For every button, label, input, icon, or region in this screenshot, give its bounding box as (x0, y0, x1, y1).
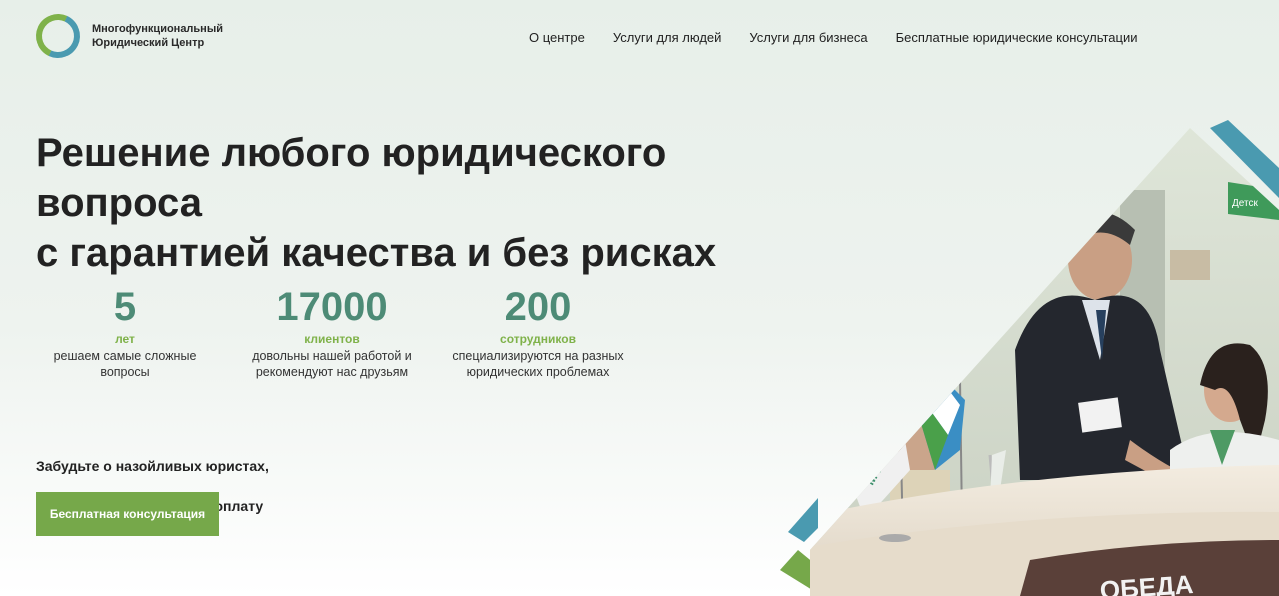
stat-employees: 200 сотрудников специализируются на разн… (443, 284, 633, 380)
stat-unit: лет (115, 332, 135, 346)
logo-ring-icon (29, 7, 87, 65)
stat-clients: 17000 клиентов довольны нашей работой и … (237, 284, 427, 380)
stat-desc-line-1: специализируются на разных (452, 349, 624, 363)
room-sign-text: Детск (1232, 198, 1258, 209)
nav-item-about[interactable]: О центре (529, 30, 585, 45)
hero-photo: Детск МФЮЦ ОБЕДА (770, 120, 1279, 596)
stat-unit: клиентов (304, 332, 360, 346)
nav-item-business-services[interactable]: Услуги для бизнеса (749, 30, 867, 45)
hero-photo-illustration: Детск МФЮЦ ОБЕДА (780, 120, 1279, 596)
blue-stripe-left (788, 498, 818, 542)
stat-value: 17000 (276, 285, 388, 329)
hero-title-line-2: с гарантией качества и без рисках (36, 231, 717, 275)
free-consultation-button[interactable]: Бесплатная консультация (36, 492, 219, 536)
stat-years: 5 лет решаем самые сложные вопросы (30, 284, 220, 380)
logo-line-1: Многофункциональный (92, 23, 223, 35)
stat-desc-line-1: довольны нашей работой и (252, 349, 412, 363)
stat-desc: решаем самые сложные вопросы (30, 348, 220, 380)
stat-desc: специализируются на разных юридических п… (443, 348, 633, 380)
stats-block: 5 лет решаем самые сложные вопросы 17000… (36, 284, 656, 394)
nav-item-people-services[interactable]: Услуги для людей (613, 30, 722, 45)
stat-desc-line-2: рекомендуют нас друзьям (255, 365, 409, 379)
logo[interactable]: Многофункциональный Юридический Центр (29, 7, 223, 65)
hero-title: Решение любого юридического вопроса с га… (36, 128, 836, 278)
stat-desc-line-2: юридических проблемах (466, 365, 610, 379)
stat-desc: довольны нашей работой и рекомендуют нас… (237, 348, 427, 380)
landing-page: Многофункциональный Юридический Центр О … (0, 0, 1279, 596)
stat-value: 200 (504, 285, 572, 329)
hero-title-line-1: Решение любого юридического вопроса (36, 131, 667, 225)
stat-desc-line-1: решаем самые сложные (53, 349, 197, 363)
main-nav: О центре Услуги для людей Услуги для биз… (529, 30, 1137, 45)
nav-item-free-consultations[interactable]: Бесплатные юридические консультации (896, 30, 1138, 45)
logo-line-2: Юридический Центр (92, 37, 205, 49)
tagline-line-1: Забудьте о назойливых юристах, (36, 458, 269, 474)
logo-text: Многофункциональный Юридический Центр (92, 22, 223, 50)
stat-value: 5 (113, 285, 137, 329)
stat-desc-line-2: вопросы (100, 365, 150, 379)
stat-unit: сотрудников (500, 332, 576, 346)
